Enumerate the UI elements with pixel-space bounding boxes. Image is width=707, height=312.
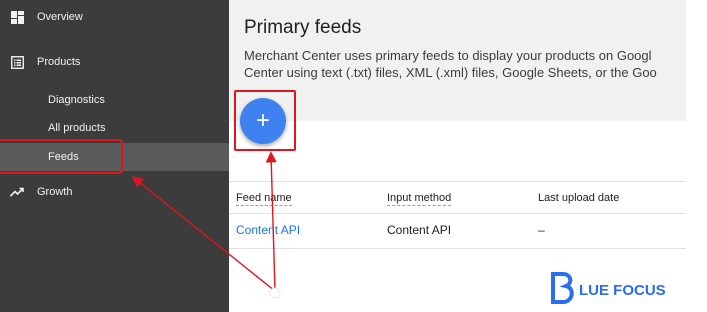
logo-mark [551,272,574,304]
sidebar-item-diagnostics[interactable]: Diagnostics [0,86,229,114]
column-header-input-method[interactable]: Input method [387,192,452,206]
sidebar-item-label: Growth [37,186,73,198]
page-title: Primary feeds [244,17,362,38]
list-icon [10,55,24,69]
sidebar-item-label: Overview [37,11,83,23]
sidebar-item-label: Products [37,56,81,68]
page-header: Primary feeds Merchant Center uses prima… [229,0,686,121]
last-upload-cell: – [538,223,545,237]
sidebar-item-overview[interactable]: Overview [0,3,229,31]
watermark-text: LUE FOCUS [579,282,666,299]
right-edge [686,0,707,312]
feeds-highlight [0,139,123,174]
page-description: Merchant Center uses primary feeds to di… [244,47,686,81]
arrow-origin [269,287,281,299]
sidebar-item-label: Diagnostics [48,94,105,106]
add-button-highlight [234,90,296,151]
table-divider [229,181,686,182]
sidebar-item-label: All products [48,122,106,134]
sidebar-item-all-products[interactable]: All products [0,114,229,142]
column-header-feed-name[interactable]: Feed name [236,192,292,206]
sidebar-item-products[interactable]: Products [0,48,229,76]
column-header-last-upload[interactable]: Last upload date [538,192,619,204]
table-divider [229,248,686,249]
feed-name-link[interactable]: Content API [236,223,300,237]
sidebar-item-growth[interactable]: Growth [0,178,229,206]
dashboard-icon [10,10,24,24]
input-method-cell: Content API [387,223,452,237]
description-line: Center using text (.txt) files, XML (.xm… [244,65,657,80]
description-line: Merchant Center uses primary feeds to di… [244,48,652,63]
trending-up-icon [10,185,24,199]
table-divider [229,213,686,214]
watermark-logo: LUE FOCUS [549,270,689,310]
